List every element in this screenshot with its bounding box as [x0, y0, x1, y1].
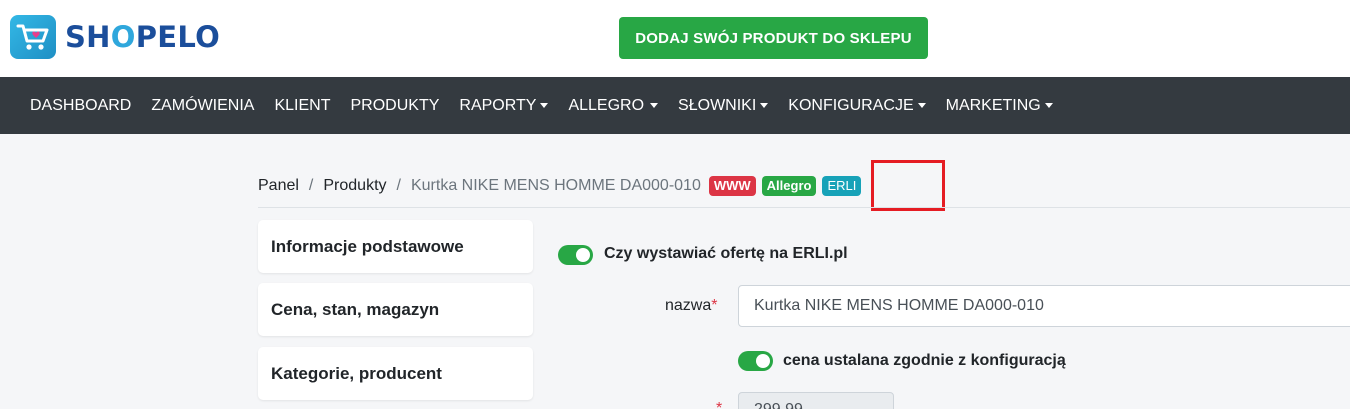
divider — [258, 207, 1350, 208]
caret-down-icon — [760, 103, 769, 108]
price-input[interactable]: 299,99 — [738, 392, 894, 409]
breadcrumb: Panel / Produkty / Kurtka NIKE MENS HOMM… — [258, 176, 862, 196]
section-price-stock[interactable]: Cena, stan, magazyn — [258, 283, 533, 336]
caret-down-icon — [917, 103, 926, 108]
breadcrumb-current-product: Kurtka NIKE MENS HOMME DA000-010 — [410, 177, 701, 194]
main-navbar: DASHBOARD ZAMÓWIENIA KLIENT PRODUKTY RAP… — [0, 77, 1350, 134]
price-field-required-mark: * — [716, 400, 723, 409]
breadcrumb-products-link[interactable]: Produkty — [323, 177, 386, 195]
nav-item-produkty[interactable]: PRODUKTY — [340, 97, 449, 115]
section-basic-info[interactable]: Informacje podstawowe — [258, 220, 533, 273]
price-config-label: cena ustalana zgodnie z konfiguracją — [783, 352, 1066, 369]
logo-wordmark: SHOPELO — [65, 20, 221, 54]
nav-item-slowniki[interactable]: SŁOWNIKI — [668, 97, 778, 115]
erli-listing-label: Czy wystawiać ofertę na ERLI.pl — [604, 245, 848, 262]
erli-badge-highlight — [871, 160, 945, 211]
erli-listing-toggle[interactable] — [558, 245, 593, 265]
nav-item-raporty[interactable]: RAPORTY — [449, 97, 558, 115]
breadcrumb-separator: / — [308, 177, 314, 194]
shopelo-logo[interactable]: SHOPELO — [10, 15, 220, 59]
nav-item-zamowienia[interactable]: ZAMÓWIENIA — [141, 97, 264, 115]
top-header: SHOPELO DODAJ SWÓJ PRODUKT DO SKLEPU — [0, 0, 1350, 77]
section-categories-producer[interactable]: Kategorie, producent — [258, 347, 533, 400]
cart-heart-icon — [10, 15, 56, 59]
breadcrumb-panel-link[interactable]: Panel — [258, 177, 299, 195]
nav-item-konfiguracje[interactable]: KONFIGURACJE — [778, 97, 935, 115]
name-field-label: nazwa* — [665, 297, 718, 314]
caret-down-icon — [1044, 103, 1053, 108]
caret-down-icon — [540, 103, 549, 108]
add-product-to-shop-button[interactable]: DODAJ SWÓJ PRODUKT DO SKLEPU — [619, 17, 928, 59]
price-config-toggle[interactable] — [738, 351, 773, 371]
nav-item-marketing[interactable]: MARKETING — [936, 97, 1063, 115]
badge-erli: ERLI — [822, 176, 862, 196]
caret-down-icon — [650, 103, 659, 108]
badge-allegro: Allegro — [761, 176, 817, 196]
nav-item-dashboard[interactable]: DASHBOARD — [20, 97, 141, 115]
name-input[interactable]: Kurtka NIKE MENS HOMME DA000-010 — [738, 285, 1350, 327]
badge-www: WWW — [708, 176, 756, 196]
breadcrumb-separator: / — [396, 177, 401, 194]
nav-item-klient[interactable]: KLIENT — [264, 97, 340, 115]
nav-item-allegro[interactable]: ALLEGRO — [558, 97, 668, 115]
